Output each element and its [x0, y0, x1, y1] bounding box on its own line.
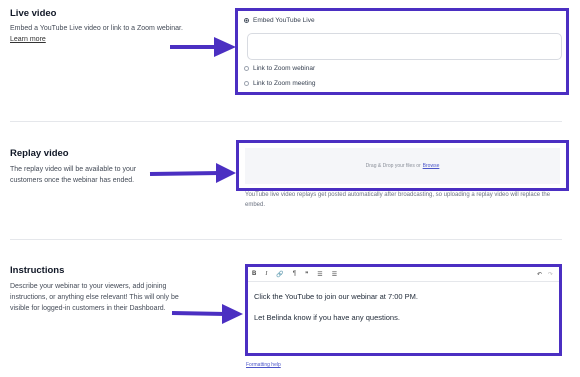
numbered-list-icon[interactable]: ☰ — [332, 271, 337, 278]
live-video-options-panel: Embed YouTube Live Link to Zoom webinar … — [235, 8, 569, 95]
section-divider — [10, 121, 562, 122]
formatting-help-link[interactable]: Formatting help — [246, 362, 281, 368]
link-icon[interactable]: 🔗 — [276, 271, 283, 278]
bullet-list-icon[interactable]: ☰ — [317, 271, 322, 278]
option-zoom-meeting-label: Link to Zoom meeting — [253, 80, 316, 87]
live-video-description: Embed a YouTube Live video or link to a … — [10, 23, 185, 45]
radio-zoom-webinar[interactable] — [244, 66, 249, 71]
bold-icon[interactable]: B — [252, 271, 256, 277]
learn-more-link[interactable]: Learn more — [10, 36, 46, 43]
live-video-description-text: Embed a YouTube Live video or link to a … — [10, 25, 183, 32]
replay-hint-text: YouTube live video replays get posted au… — [245, 192, 551, 208]
quote-icon[interactable]: ❞ — [305, 271, 308, 278]
youtube-embed-input[interactable] — [247, 33, 562, 60]
instructions-description: Describe your webinar to your viewers, a… — [10, 283, 179, 312]
option-zoom-webinar-label: Link to Zoom webinar — [253, 65, 316, 72]
replay-video-title: Replay video — [10, 148, 69, 159]
editor-line-1: Click the YouTube to join our webinar at… — [254, 292, 418, 301]
replay-drop-zone[interactable]: Drag & Drop your files or Browse — [245, 148, 560, 184]
arrow-right-icon — [171, 304, 243, 324]
option-zoom-webinar[interactable]: Link to Zoom webinar — [244, 65, 315, 72]
redo-icon[interactable]: ↷ — [548, 271, 553, 278]
heading-icon[interactable]: ¶ — [293, 271, 296, 277]
section-divider — [10, 239, 562, 240]
replay-upload-panel: Drag & Drop your files or Browse — [236, 140, 569, 191]
editor-toolbar: B I 🔗 ¶ ❞ ☰ ☰ ↶ ↷ — [248, 267, 559, 282]
instructions-title: Instructions — [10, 265, 65, 276]
italic-icon[interactable]: I — [265, 271, 267, 277]
drop-zone-text: Drag & Drop your files or — [365, 163, 421, 169]
radio-zoom-meeting[interactable] — [244, 81, 249, 86]
arrow-right-icon — [149, 163, 236, 183]
arrow-right-icon — [170, 37, 236, 57]
live-video-title: Live video — [10, 8, 57, 19]
instructions-editor: B I 🔗 ¶ ❞ ☰ ☰ ↶ ↷ Click the YouTube to j… — [245, 264, 562, 356]
radio-embed-youtube[interactable] — [244, 18, 249, 23]
editor-line-2: Let Belinda know if you have any questio… — [254, 313, 400, 322]
replay-video-description: The replay video will be available to yo… — [10, 166, 137, 184]
option-embed-youtube[interactable]: Embed YouTube Live — [244, 17, 315, 24]
option-zoom-meeting[interactable]: Link to Zoom meeting — [244, 80, 316, 87]
editor-content[interactable]: Click the YouTube to join our webinar at… — [254, 292, 554, 323]
undo-icon[interactable]: ↶ — [537, 271, 542, 278]
option-embed-youtube-label: Embed YouTube Live — [253, 17, 315, 24]
browse-link[interactable]: Browse — [423, 163, 440, 169]
